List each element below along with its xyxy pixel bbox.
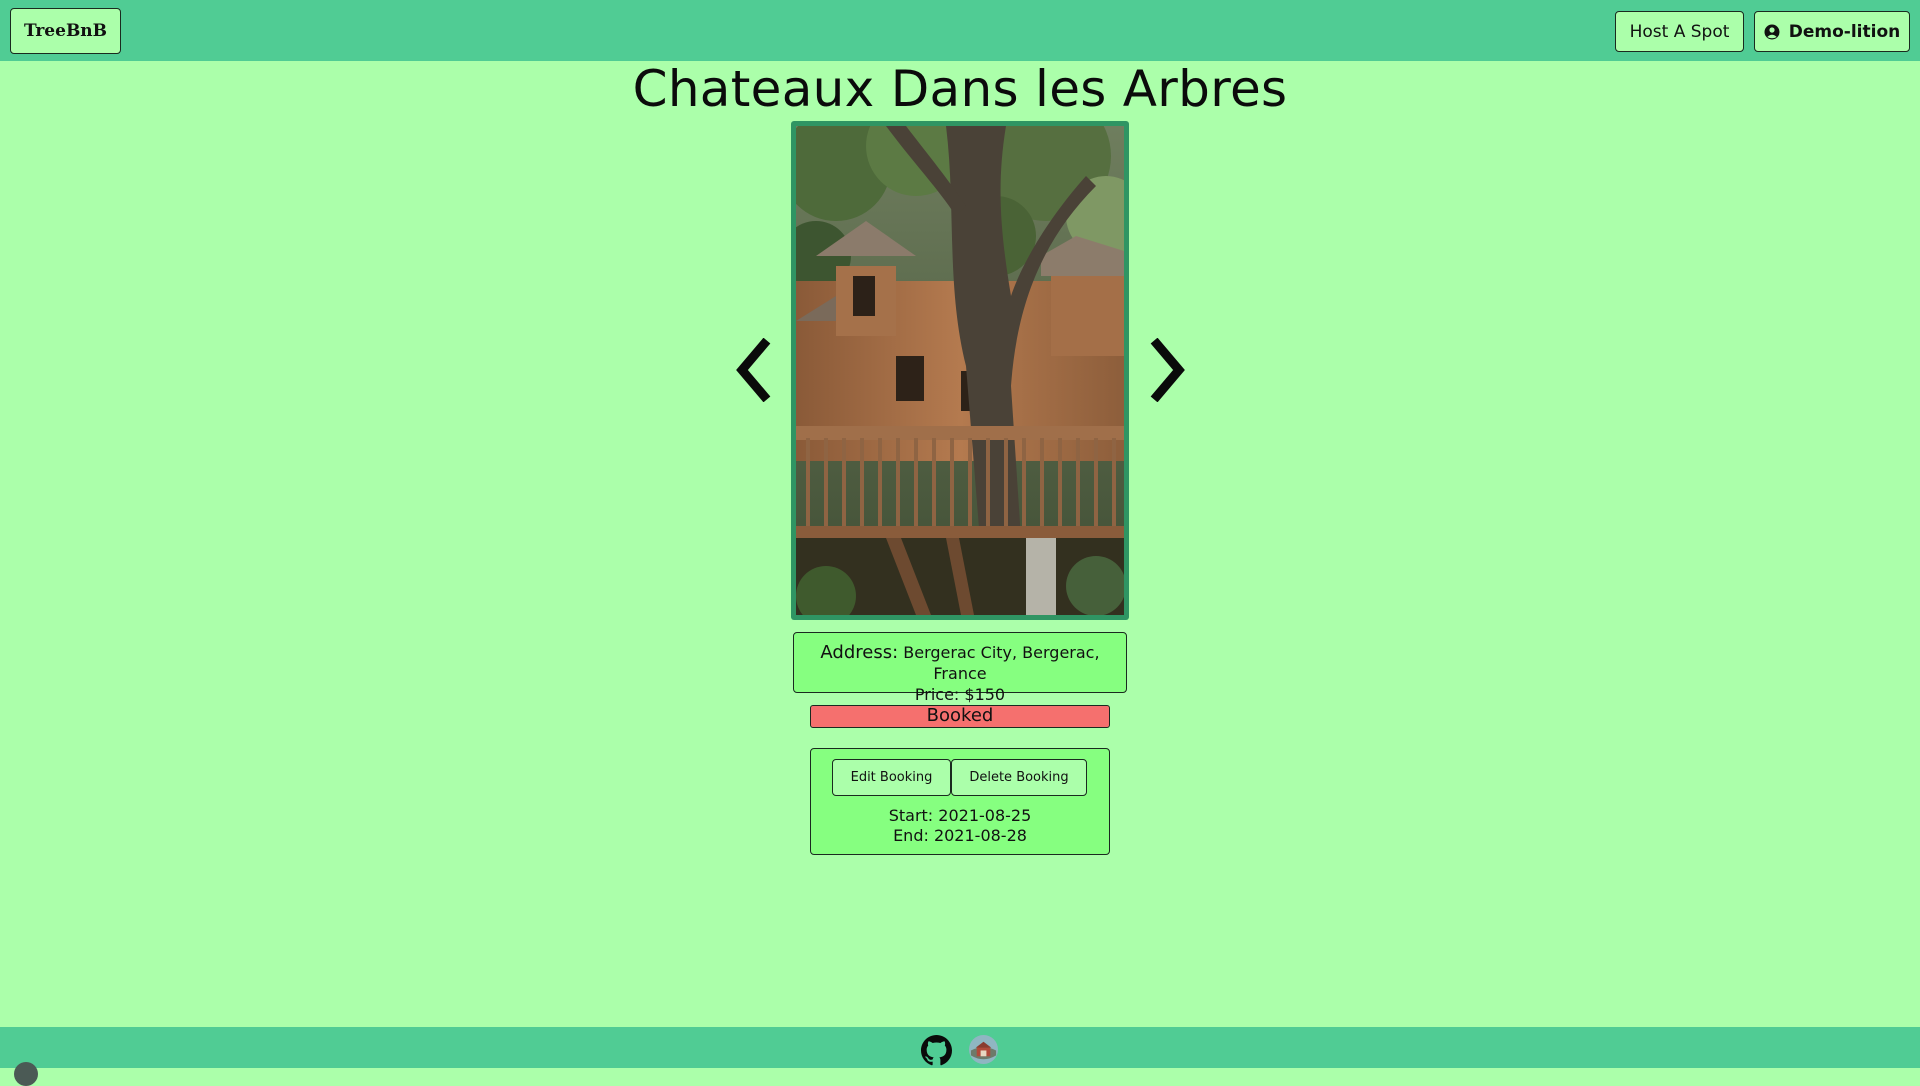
user-circle-icon bbox=[1764, 24, 1780, 39]
github-icon[interactable] bbox=[921, 1035, 952, 1066]
top-nav-bar: TreeBnB Host A Spot Demo-lition bbox=[0, 0, 1920, 61]
host-a-spot-button[interactable]: Host A Spot bbox=[1615, 11, 1744, 52]
logo-home-button[interactable]: TreeBnB bbox=[10, 8, 121, 54]
user-name-label: Demo-lition bbox=[1788, 21, 1901, 42]
chevron-left-icon[interactable] bbox=[730, 338, 774, 402]
booking-end-date: End: 2021-08-28 bbox=[893, 826, 1027, 845]
booking-start-date: Start: 2021-08-25 bbox=[888, 806, 1032, 825]
listing-photo bbox=[796, 126, 1124, 615]
footer-bar bbox=[0, 1027, 1920, 1086]
user-menu-button[interactable]: Demo-lition bbox=[1754, 11, 1910, 52]
corner-avatar bbox=[14, 1062, 38, 1086]
edit-booking-button[interactable]: Edit Booking bbox=[832, 759, 951, 796]
listing-photo-frame bbox=[791, 121, 1129, 620]
address-label: Address: bbox=[820, 642, 899, 663]
listing-title: Chateaux Dans les Arbres bbox=[632, 60, 1288, 118]
listing-info-box: Address: Bergerac City, Bergerac, France… bbox=[793, 632, 1127, 704]
booking-dates: Start: 2021-08-25 End: 2021-08-28 bbox=[811, 806, 1109, 846]
status-badge: Booked bbox=[810, 705, 1110, 728]
delete-booking-button[interactable]: Delete Booking bbox=[951, 759, 1087, 796]
chevron-right-icon[interactable] bbox=[1147, 338, 1191, 402]
price-text: Price: $150 bbox=[914, 685, 1006, 704]
booking-panel: Edit Booking Delete Booking Start: 2021-… bbox=[810, 748, 1110, 855]
portfolio-icon[interactable] bbox=[968, 1034, 999, 1065]
address-value: Bergerac City, Bergerac, France bbox=[903, 643, 1100, 683]
